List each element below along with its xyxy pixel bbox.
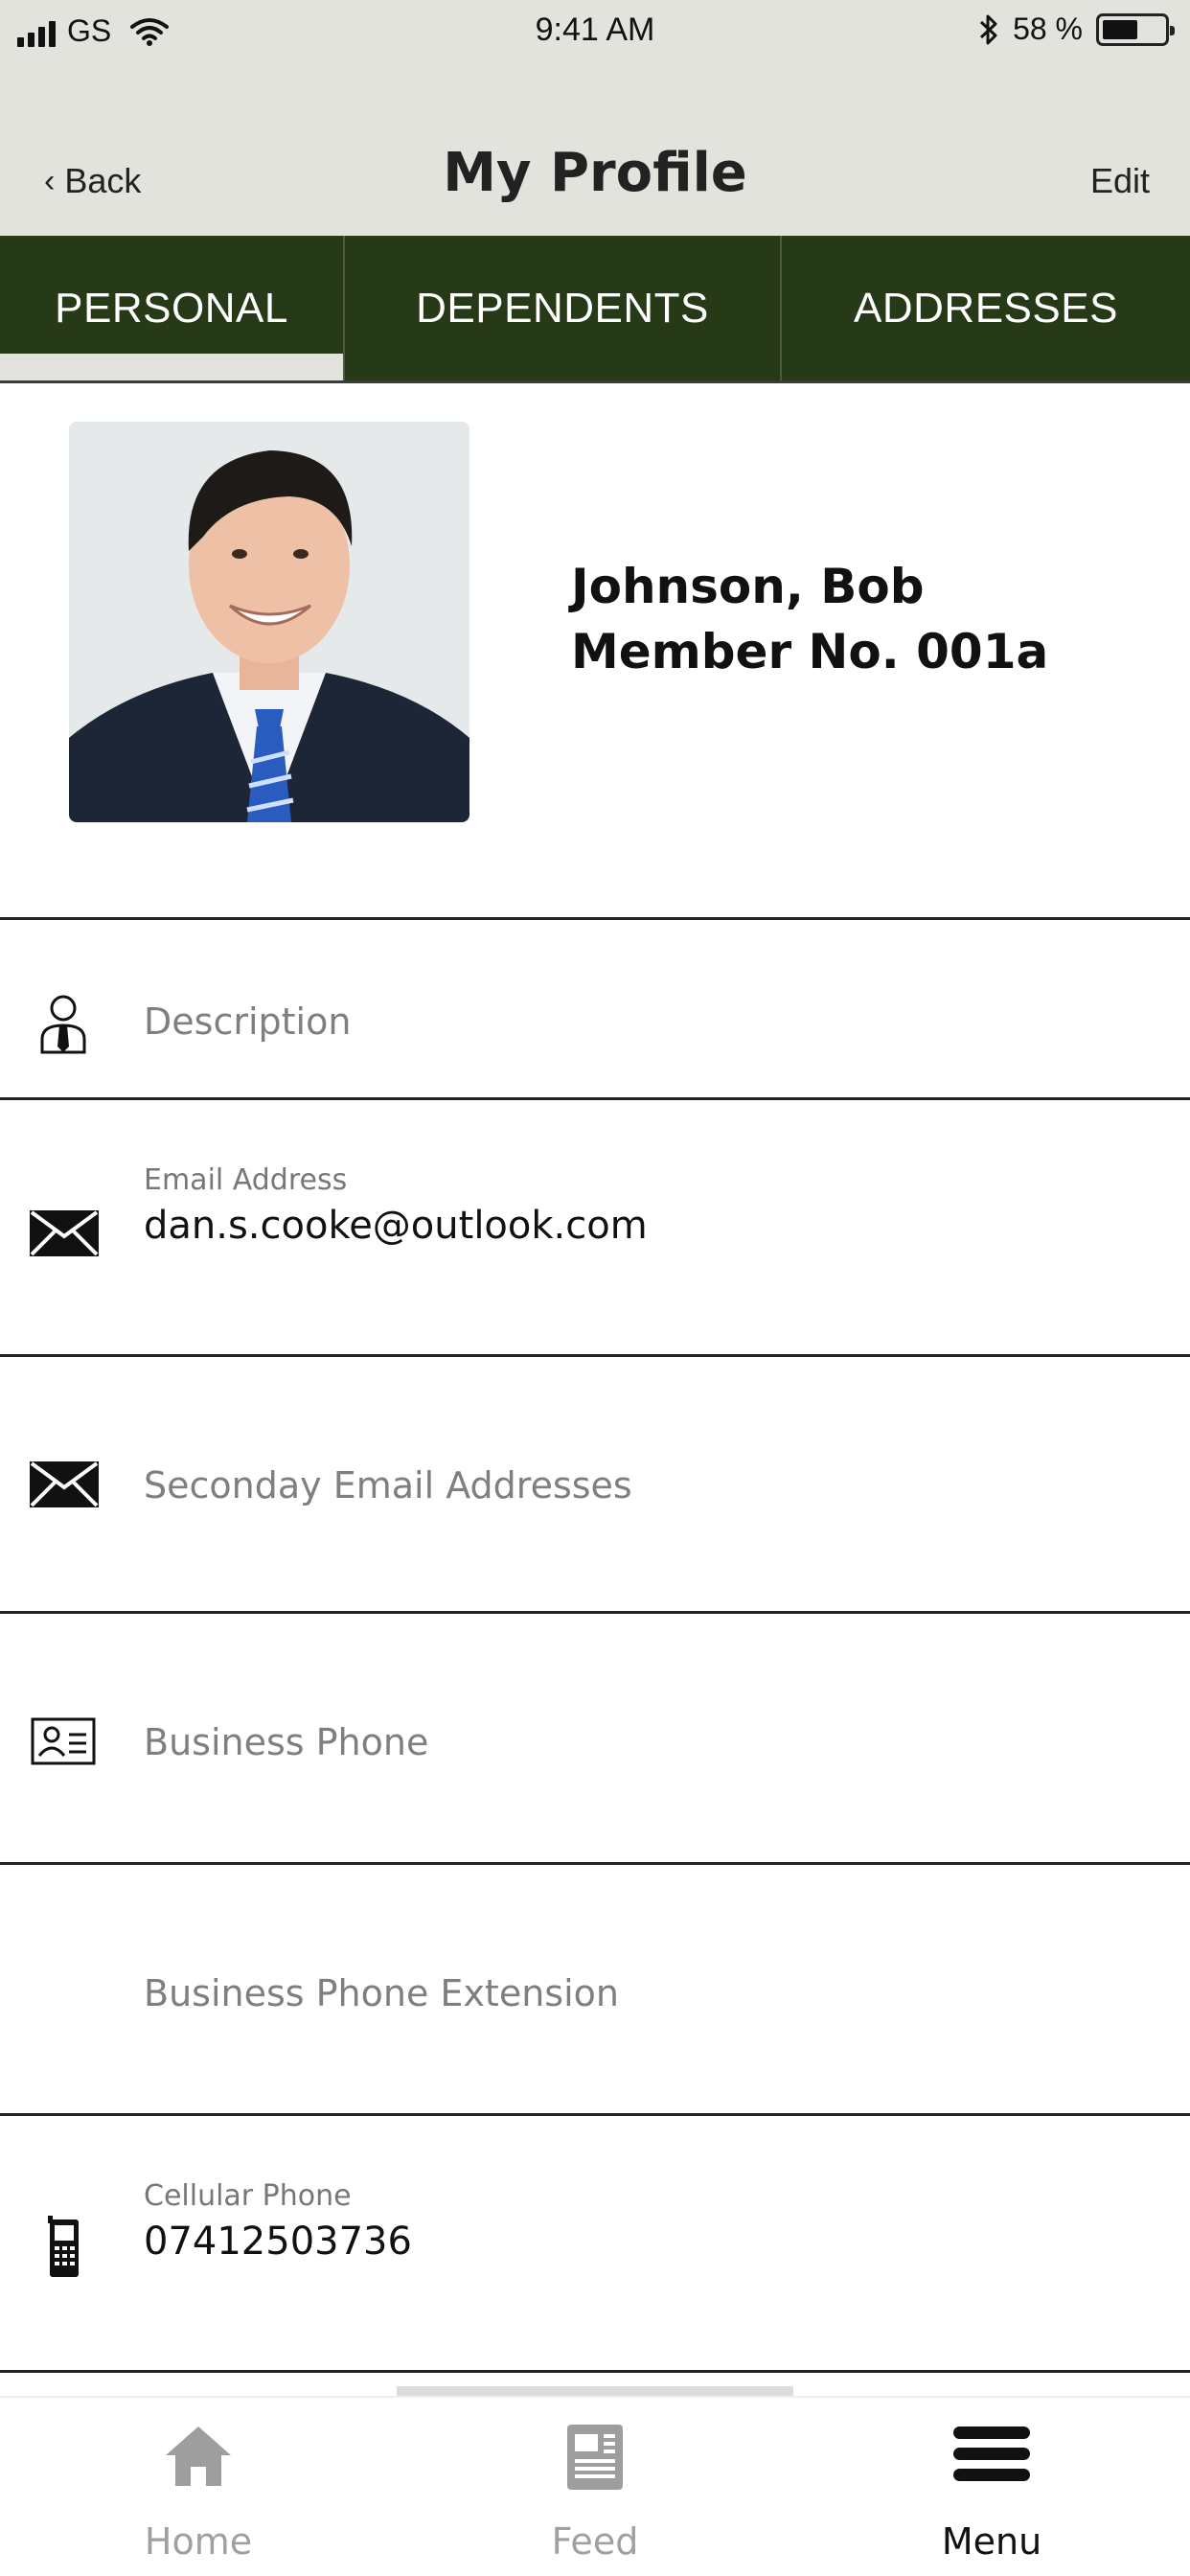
secondary-email-row[interactable]: Seconday Email Addresses [0, 1357, 1190, 1614]
profile-photo-image [69, 422, 469, 822]
cellular-phone-value: 07412503736 [144, 2220, 412, 2264]
newspaper-icon [397, 2423, 793, 2499]
member-name: Johnson, Bob [571, 559, 925, 614]
business-phone-row[interactable]: Business Phone [0, 1614, 1190, 1865]
bottom-tab-bar: Home Feed Menu [0, 2396, 1190, 2576]
profile-name-block: Johnson, Bob Member No. 001a [571, 554, 1048, 684]
tab-personal-label: PERSONAL [55, 284, 288, 332]
bottom-tab-feed[interactable]: Feed [397, 2398, 793, 2576]
navigation-bar: ‹ Back My Profile Edit [0, 67, 1190, 236]
email-row[interactable]: Email Address dan.s.cooke@outlook.com [0, 1100, 1190, 1357]
tab-addresses-label: ADDRESSES [854, 284, 1118, 332]
contact-card-icon [31, 1717, 96, 1765]
bottom-tab-home[interactable]: Home [0, 2398, 397, 2576]
battery-percent: 58 % [1013, 12, 1083, 46]
hamburger-menu-icon [793, 2423, 1190, 2499]
secondary-email-field: Seconday Email Addresses [144, 1464, 632, 1506]
cellular-phone-row[interactable]: Cellular Phone 07412503736 [0, 2116, 1190, 2373]
profile-photo[interactable] [69, 422, 469, 822]
battery-nub [1170, 25, 1175, 35]
tab-dependents-label: DEPENDENTS [416, 284, 709, 332]
status-right: 58 % [978, 12, 1175, 47]
battery-fill [1103, 19, 1137, 39]
envelope-icon [30, 1210, 99, 1256]
envelope-icon [30, 1461, 99, 1507]
description-field: Description [144, 1000, 352, 1043]
profile-header: Johnson, Bob Member No. 001a [0, 383, 1190, 920]
bluetooth-icon [980, 14, 997, 44]
mobile-phone-icon [48, 2216, 79, 2277]
tab-personal[interactable]: PERSONAL [0, 236, 345, 380]
battery-icon [1096, 12, 1175, 46]
business-phone-field: Business Phone [144, 1721, 429, 1763]
member-number: Member No. 001a [571, 624, 1049, 679]
description-row[interactable]: Description [0, 920, 1190, 1100]
tab-addresses[interactable]: ADDRESSES [782, 236, 1190, 380]
business-phone-extension-field: Business Phone Extension [144, 1972, 619, 2014]
email-label: Email Address [144, 1163, 348, 1197]
scroll-peek-bar [397, 2386, 793, 2396]
cellular-phone-label: Cellular Phone [144, 2179, 352, 2213]
tab-selected-indicator [0, 354, 343, 380]
edit-button[interactable]: Edit [1090, 161, 1150, 201]
bottom-tab-home-label: Home [144, 2520, 253, 2563]
profile-tabs: PERSONAL DEPENDENTS ADDRESSES [0, 236, 1190, 383]
home-icon [0, 2423, 397, 2499]
bottom-tab-feed-label: Feed [551, 2520, 639, 2563]
email-value: dan.s.cooke@outlook.com [144, 1204, 648, 1248]
bottom-tab-menu[interactable]: Menu [793, 2398, 1190, 2576]
person-tie-icon [40, 995, 86, 1054]
tab-dependents[interactable]: DEPENDENTS [345, 236, 782, 380]
business-phone-extension-row[interactable]: Business Phone Extension [0, 1865, 1190, 2116]
bottom-tab-menu-label: Menu [941, 2520, 1042, 2563]
status-bar: GS 9:41 AM 58 % [0, 0, 1190, 67]
page-title: My Profile [443, 142, 747, 204]
